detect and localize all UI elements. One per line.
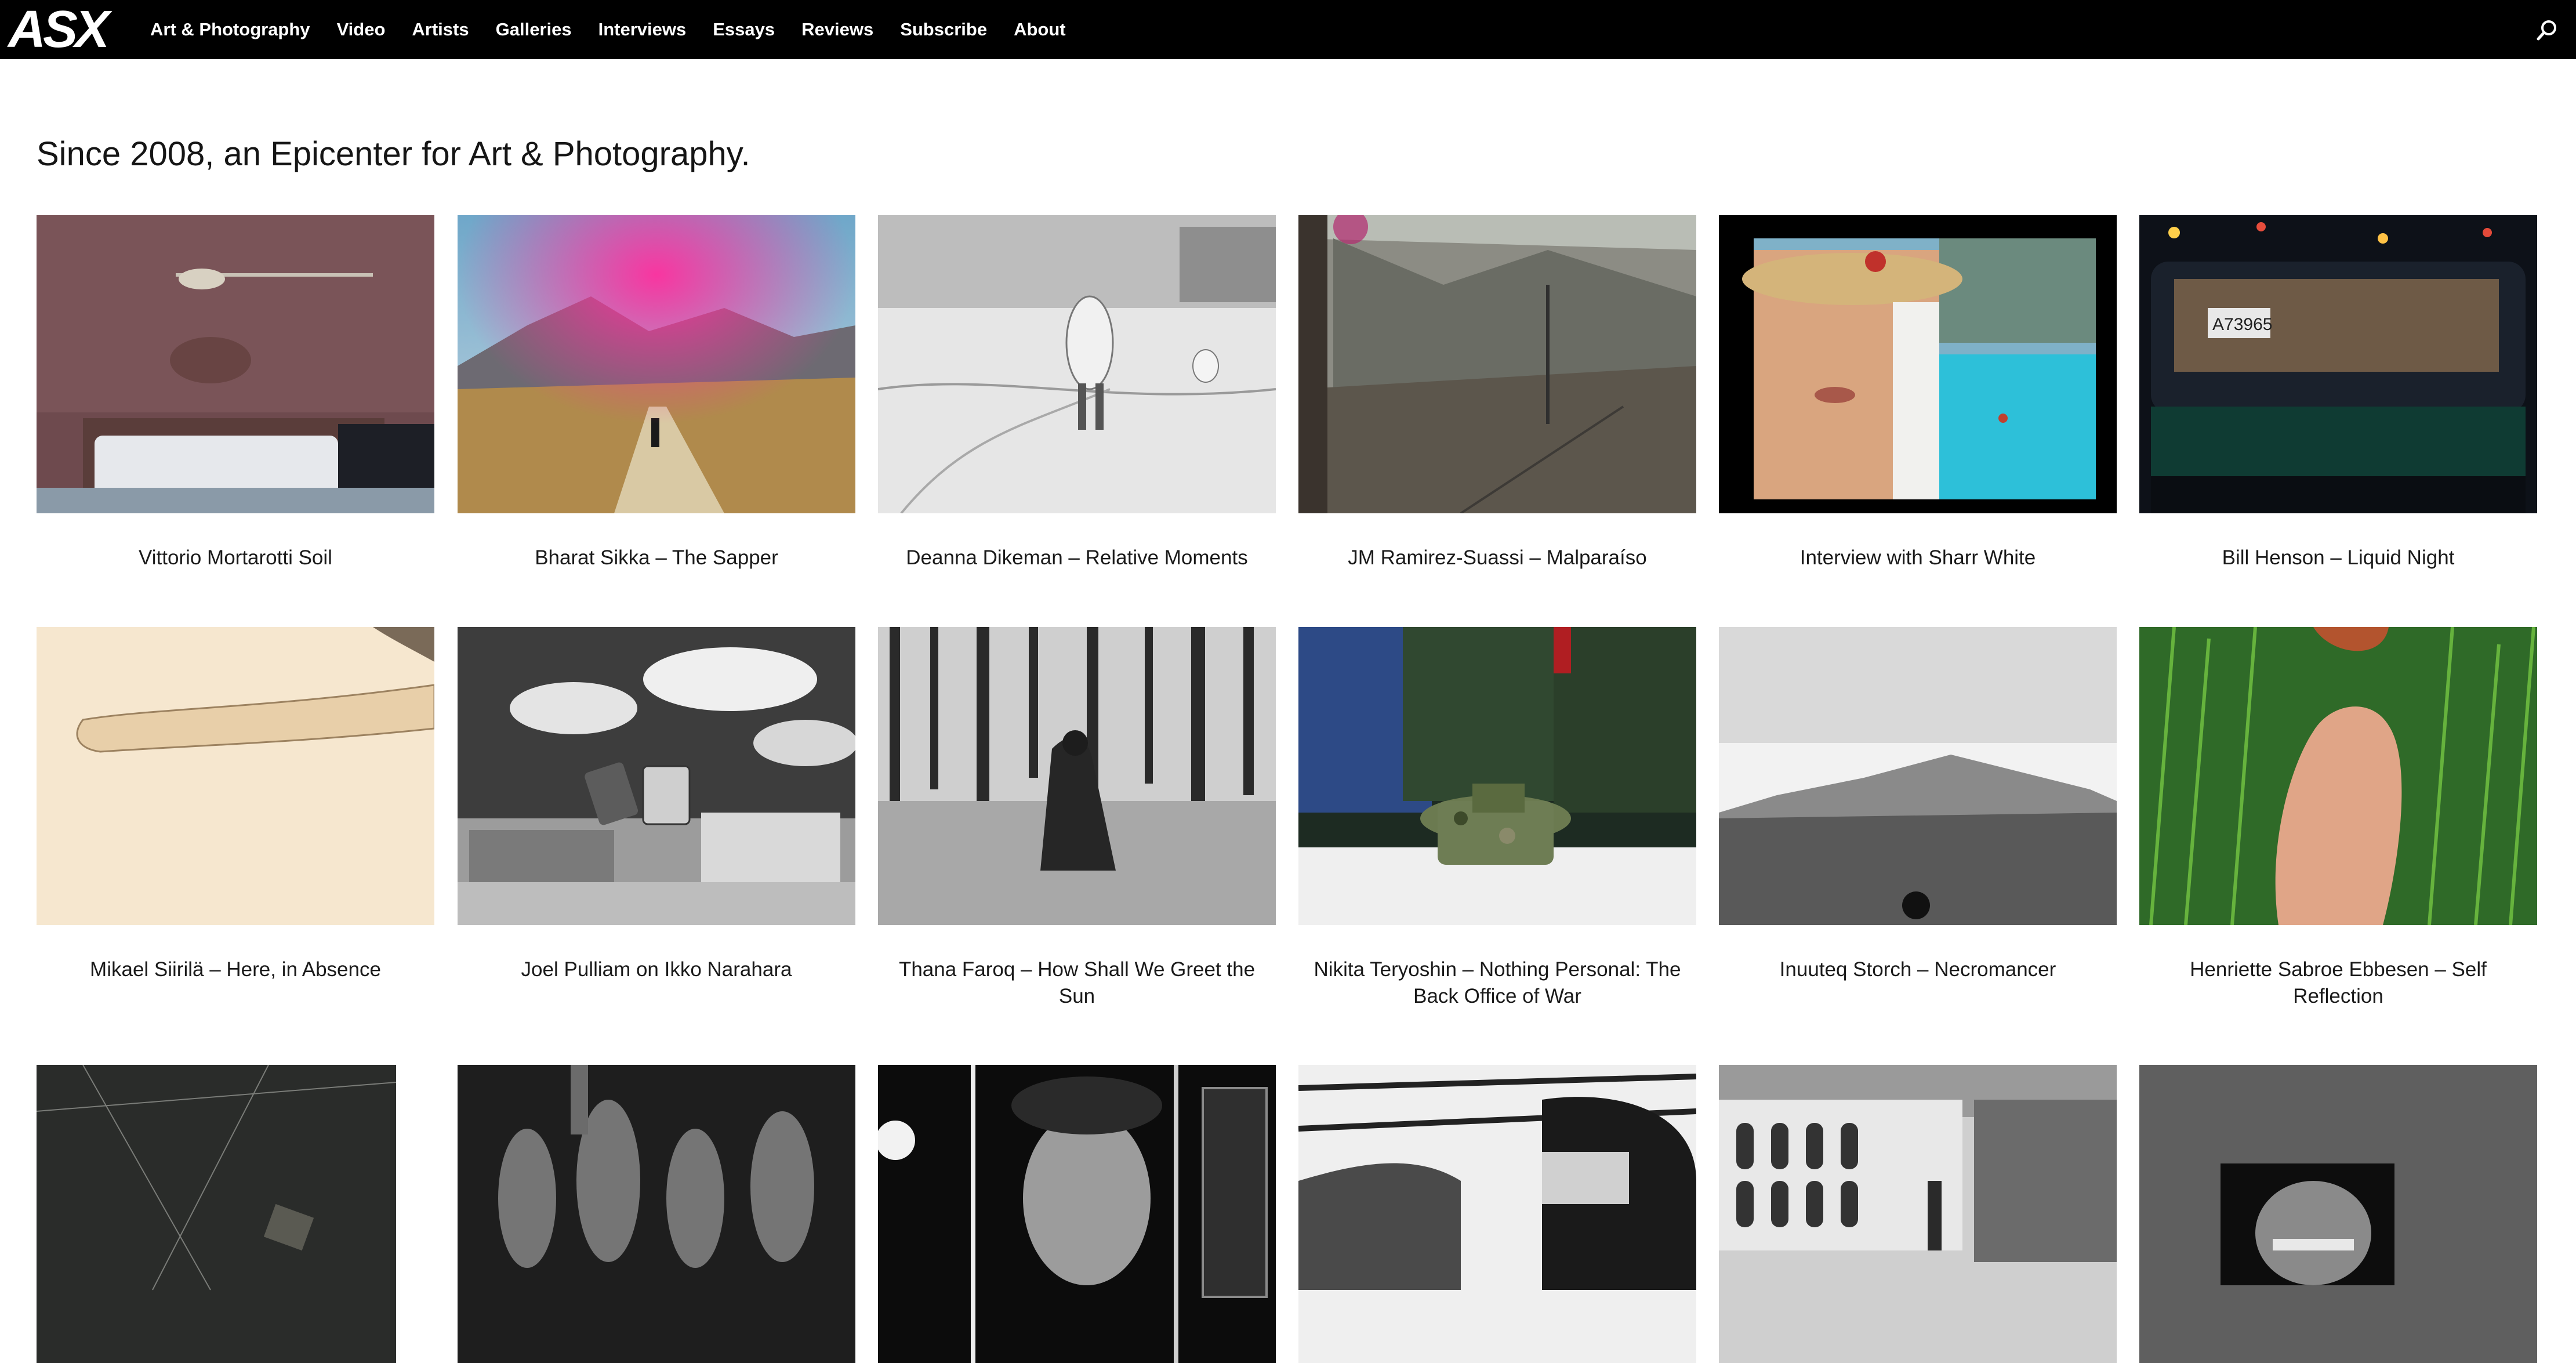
post-card[interactable]: Vittorio Mortarotti Soil bbox=[37, 215, 434, 571]
post-title[interactable]: Thana Faroq – How Shall We Greet the Sun bbox=[878, 956, 1276, 1010]
site-logo[interactable]: ASX bbox=[8, 2, 110, 57]
post-card[interactable]: Deanna Dikeman – Relative Moments bbox=[878, 215, 1276, 571]
main-nav: Art & Photography Video Artists Gallerie… bbox=[150, 0, 1093, 59]
post-card[interactable] bbox=[2139, 1065, 2537, 1363]
nav-item-subscribe[interactable]: Subscribe bbox=[900, 19, 987, 40]
post-card[interactable]: Henriette Sabroe Ebbesen – Self Reflecti… bbox=[2139, 627, 2537, 1010]
nav-item-about[interactable]: About bbox=[1014, 19, 1066, 40]
nav-item-galleries[interactable]: Galleries bbox=[496, 19, 572, 40]
post-thumbnail[interactable] bbox=[1298, 1065, 1696, 1363]
post-card[interactable] bbox=[37, 1065, 434, 1363]
post-thumbnail[interactable] bbox=[458, 215, 855, 513]
page-heading: Since 2008, an Epicenter for Art & Photo… bbox=[37, 135, 750, 173]
post-thumbnail[interactable] bbox=[878, 1065, 1276, 1363]
post-card[interactable]: A73965 Bill Henson – Liquid Night bbox=[2139, 215, 2537, 571]
post-thumbnail[interactable] bbox=[1719, 627, 2117, 925]
post-title[interactable]: Deanna Dikeman – Relative Moments bbox=[878, 545, 1276, 571]
post-thumbnail[interactable] bbox=[878, 627, 1276, 925]
post-thumbnail[interactable] bbox=[458, 627, 855, 925]
post-thumbnail[interactable] bbox=[1719, 215, 2117, 513]
post-card[interactable]: JM Ramirez-Suassi – Malparaíso bbox=[1298, 215, 1696, 571]
nav-item-artists[interactable]: Artists bbox=[412, 19, 469, 40]
post-card[interactable] bbox=[1298, 1065, 1696, 1363]
post-thumbnail[interactable] bbox=[37, 627, 434, 925]
nav-item-essays[interactable]: Essays bbox=[713, 19, 775, 40]
post-thumbnail[interactable] bbox=[1719, 1065, 2117, 1363]
post-title[interactable]: Vittorio Mortarotti Soil bbox=[37, 545, 434, 571]
post-thumbnail[interactable] bbox=[2139, 1065, 2537, 1363]
post-card[interactable] bbox=[878, 1065, 1276, 1363]
post-title[interactable]: Nikita Teryoshin – Nothing Personal: The… bbox=[1298, 956, 1696, 1010]
post-thumbnail[interactable] bbox=[458, 1065, 855, 1363]
post-thumbnail[interactable] bbox=[1298, 215, 1696, 513]
post-card[interactable]: Inuuteq Storch – Necromancer bbox=[1719, 627, 2117, 983]
post-title[interactable]: Henriette Sabroe Ebbesen – Self Reflecti… bbox=[2139, 956, 2537, 1010]
post-thumbnail[interactable] bbox=[2139, 627, 2537, 925]
post-thumbnail[interactable] bbox=[1298, 627, 1696, 925]
post-title[interactable]: Joel Pulliam on Ikko Narahara bbox=[458, 956, 855, 983]
post-card[interactable] bbox=[458, 1065, 855, 1363]
post-thumbnail[interactable] bbox=[37, 1065, 434, 1363]
nav-item-reviews[interactable]: Reviews bbox=[801, 19, 873, 40]
post-card[interactable]: Nikita Teryoshin – Nothing Personal: The… bbox=[1298, 627, 1696, 1010]
post-title[interactable]: Bill Henson – Liquid Night bbox=[2139, 545, 2537, 571]
post-title[interactable]: Mikael Siirilä – Here, in Absence bbox=[37, 956, 434, 983]
search-icon[interactable] bbox=[2535, 19, 2559, 42]
nav-item-video[interactable]: Video bbox=[337, 19, 386, 40]
top-navigation-bar: ASX Art & Photography Video Artists Gall… bbox=[0, 0, 2576, 59]
post-card[interactable]: Mikael Siirilä – Here, in Absence bbox=[37, 627, 434, 983]
nav-item-interviews[interactable]: Interviews bbox=[598, 19, 687, 40]
post-card[interactable]: Interview with Sharr White bbox=[1719, 215, 2117, 571]
post-title[interactable]: Inuuteq Storch – Necromancer bbox=[1719, 956, 2117, 983]
post-thumbnail[interactable] bbox=[878, 215, 1276, 513]
post-thumbnail[interactable]: A73965 bbox=[2139, 215, 2537, 513]
post-card[interactable]: Thana Faroq – How Shall We Greet the Sun bbox=[878, 627, 1276, 1010]
post-title[interactable]: Interview with Sharr White bbox=[1719, 545, 2117, 571]
post-card[interactable]: Bharat Sikka – The Sapper bbox=[458, 215, 855, 571]
post-title[interactable]: JM Ramirez-Suassi – Malparaíso bbox=[1298, 545, 1696, 571]
license-plate-text: A73965 bbox=[2212, 315, 2272, 334]
post-card[interactable] bbox=[1719, 1065, 2117, 1363]
post-thumbnail[interactable] bbox=[37, 215, 434, 513]
nav-item-art-photography[interactable]: Art & Photography bbox=[150, 19, 310, 40]
post-card[interactable]: Joel Pulliam on Ikko Narahara bbox=[458, 627, 855, 983]
post-title[interactable]: Bharat Sikka – The Sapper bbox=[458, 545, 855, 571]
